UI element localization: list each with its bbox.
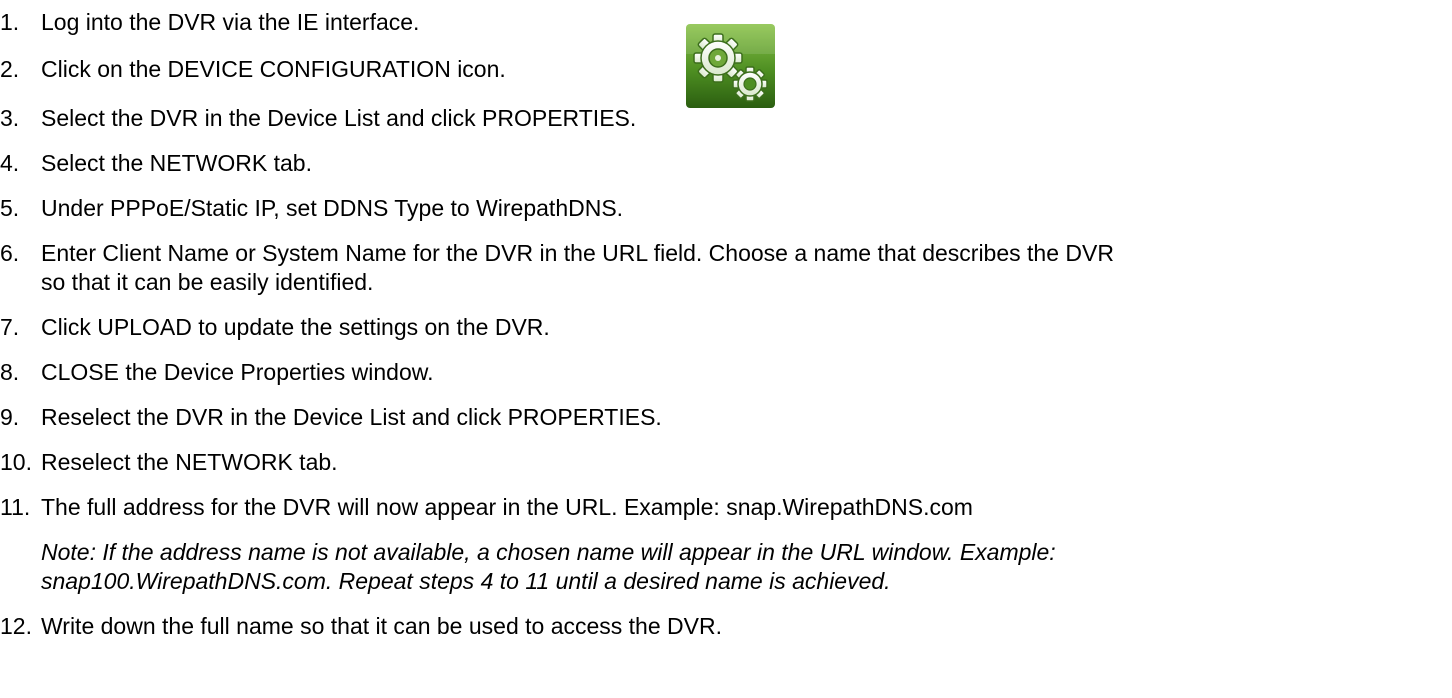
step-text: Select the DVR in the Device List and cl…	[41, 105, 637, 131]
step-text: Click on the DEVICE CONFIGURATION icon.	[41, 56, 506, 82]
step-number: 6.	[0, 240, 20, 266]
step-text: Click UPLOAD to update the settings on t…	[41, 314, 550, 340]
step-6-continuation: so that it can be easily identified.	[41, 269, 374, 295]
step-number: 2.	[0, 56, 20, 82]
step-number: 11.	[0, 494, 31, 520]
device-configuration-gears-icon	[686, 24, 775, 108]
step-number: 3.	[0, 105, 20, 131]
step-text: Enter Client Name or System Name for the…	[41, 240, 1114, 266]
step-text: The full address for the DVR will now ap…	[41, 494, 973, 520]
step-text: Write down the full name so that it can …	[41, 613, 722, 639]
step-number: 9.	[0, 404, 20, 430]
note-line-2: snap100.WirepathDNS.com. Repeat steps 4 …	[41, 568, 891, 594]
step-text: Reselect the NETWORK tab.	[41, 449, 338, 475]
step-text: Under PPPoE/Static IP, set DDNS Type to …	[41, 195, 624, 221]
step-text: Select the NETWORK tab.	[41, 150, 312, 176]
step-number: 10.	[0, 449, 32, 475]
step-number: 4.	[0, 150, 20, 176]
step-text: Log into the DVR via the IE interface.	[41, 9, 420, 35]
step-number: 8.	[0, 359, 20, 385]
instruction-document: 1. Log into the DVR via the IE interface…	[0, 0, 1452, 698]
step-number: 12.	[0, 613, 32, 639]
step-number: 7.	[0, 314, 20, 340]
note-line-1: Note: If the address name is not availab…	[41, 539, 1056, 565]
step-number: 1.	[0, 9, 20, 35]
step-number: 5.	[0, 195, 20, 221]
step-text: CLOSE the Device Properties window.	[41, 359, 434, 385]
step-text: Reselect the DVR in the Device List and …	[41, 404, 662, 430]
